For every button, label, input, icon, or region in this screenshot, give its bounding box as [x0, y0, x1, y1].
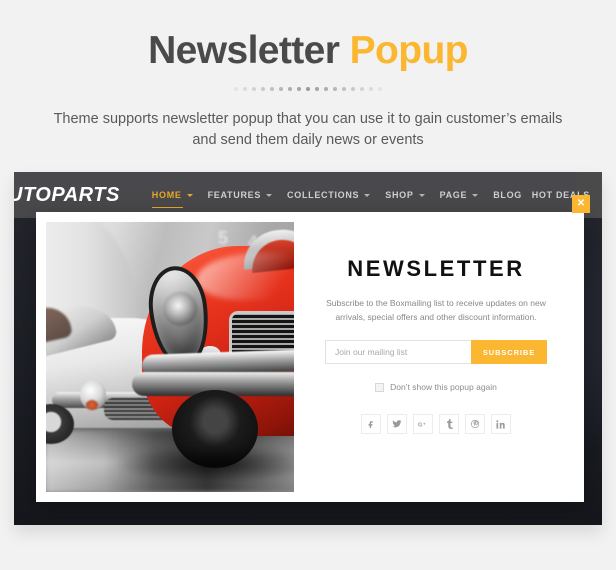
- photo-shadow: [116, 446, 294, 482]
- page-title-main: Newsletter: [148, 29, 340, 72]
- nav-item-label: FEATURES: [207, 190, 262, 200]
- decorative-dots: [0, 85, 616, 93]
- decorative-dot: [378, 87, 382, 91]
- twitter-icon[interactable]: [387, 414, 407, 434]
- svg-text:G: G: [418, 422, 423, 428]
- nav-item-label: COLLECTIONS: [287, 190, 360, 200]
- nav-item-collections[interactable]: COLLECTIONS: [287, 187, 371, 203]
- decorative-dot: [252, 87, 256, 91]
- facebook-icon[interactable]: [361, 414, 381, 434]
- page-subtitle: Theme supports newsletter popup that you…: [53, 111, 563, 148]
- linkedin-icon[interactable]: [491, 414, 511, 434]
- chevron-down-icon: [472, 193, 479, 197]
- decorative-dot: [315, 87, 319, 91]
- nav-item-shop[interactable]: SHOP: [385, 187, 425, 203]
- nav-item-page[interactable]: PAGE: [440, 187, 479, 203]
- close-icon[interactable]: ✕: [572, 195, 590, 213]
- popup-heading: NEWSLETTER: [347, 256, 525, 281]
- chevron-down-icon: [418, 193, 425, 197]
- decorative-dot: [261, 87, 265, 91]
- subscribe-button[interactable]: SUBSCRIBE: [471, 340, 547, 364]
- decorative-dot: [288, 87, 292, 91]
- pinterest-icon[interactable]: [465, 414, 485, 434]
- decorative-dot: [351, 87, 355, 91]
- page-title: Newsletter Popup: [0, 28, 616, 74]
- nav-item-label: PAGE: [439, 190, 468, 200]
- decorative-dot: [297, 87, 301, 91]
- popup-content: NEWSLETTER Subscribe to the Boxmailing l…: [294, 222, 574, 492]
- nav-item-label: HOME: [151, 190, 182, 200]
- social-links: G +: [361, 414, 511, 434]
- decorative-dot: [342, 87, 346, 91]
- svg-text:+: +: [423, 421, 426, 426]
- chevron-down-icon: [266, 193, 273, 197]
- site-nav-menu: HOME FEATURES COLLECTIONS SHOP PAGE BLOG: [151, 187, 522, 208]
- email-input[interactable]: [325, 340, 471, 364]
- white-car-headlight: [80, 380, 106, 410]
- popup-photo: 5 4 8: [46, 222, 294, 492]
- nav-item-blog[interactable]: BLOG: [493, 187, 522, 203]
- nav-item-label: SHOP: [385, 190, 414, 200]
- decorative-dot: [279, 87, 283, 91]
- newsletter-form: SUBSCRIBE: [325, 340, 547, 364]
- page-root: Newsletter Popup Theme supports newslett…: [0, 0, 616, 570]
- page-title-accent: Popup: [349, 29, 469, 72]
- dont-show-again-checkbox[interactable]: [375, 382, 385, 392]
- nav-item-features[interactable]: FEATURES: [207, 187, 273, 203]
- decorative-dot: [360, 87, 364, 91]
- dont-show-again-label: Don’t show this popup again: [390, 382, 497, 392]
- nav-item-home[interactable]: HOME: [151, 187, 193, 208]
- decorative-dot: [306, 87, 310, 91]
- decorative-dot: [243, 87, 247, 91]
- google-plus-icon[interactable]: G +: [413, 414, 433, 434]
- popup-description: Subscribe to the Boxmailing list to rece…: [326, 298, 546, 322]
- website-viewport: UTOPARTS HOME FEATURES COLLECTIONS SHOP PAGE…: [14, 172, 602, 525]
- nav-item-label: BLOG: [493, 190, 523, 200]
- decorative-dot: [234, 87, 238, 91]
- website-preview: UTOPARTS HOME FEATURES COLLECTIONS SHOP PAGE…: [14, 172, 602, 525]
- promo-header: Newsletter Popup Theme supports newslett…: [0, 0, 616, 151]
- decorative-dot: [369, 87, 373, 91]
- dont-show-again-row[interactable]: Don’t show this popup again: [375, 382, 497, 392]
- chevron-down-icon: [186, 193, 193, 197]
- decorative-dot: [333, 87, 337, 91]
- decorative-dot: [324, 87, 328, 91]
- chevron-down-icon: [364, 193, 371, 197]
- tumblr-icon[interactable]: [439, 414, 459, 434]
- site-logo[interactable]: UTOPARTS: [14, 184, 120, 207]
- newsletter-popup: ✕ 5 4 8: [36, 195, 590, 502]
- decorative-dot: [270, 87, 274, 91]
